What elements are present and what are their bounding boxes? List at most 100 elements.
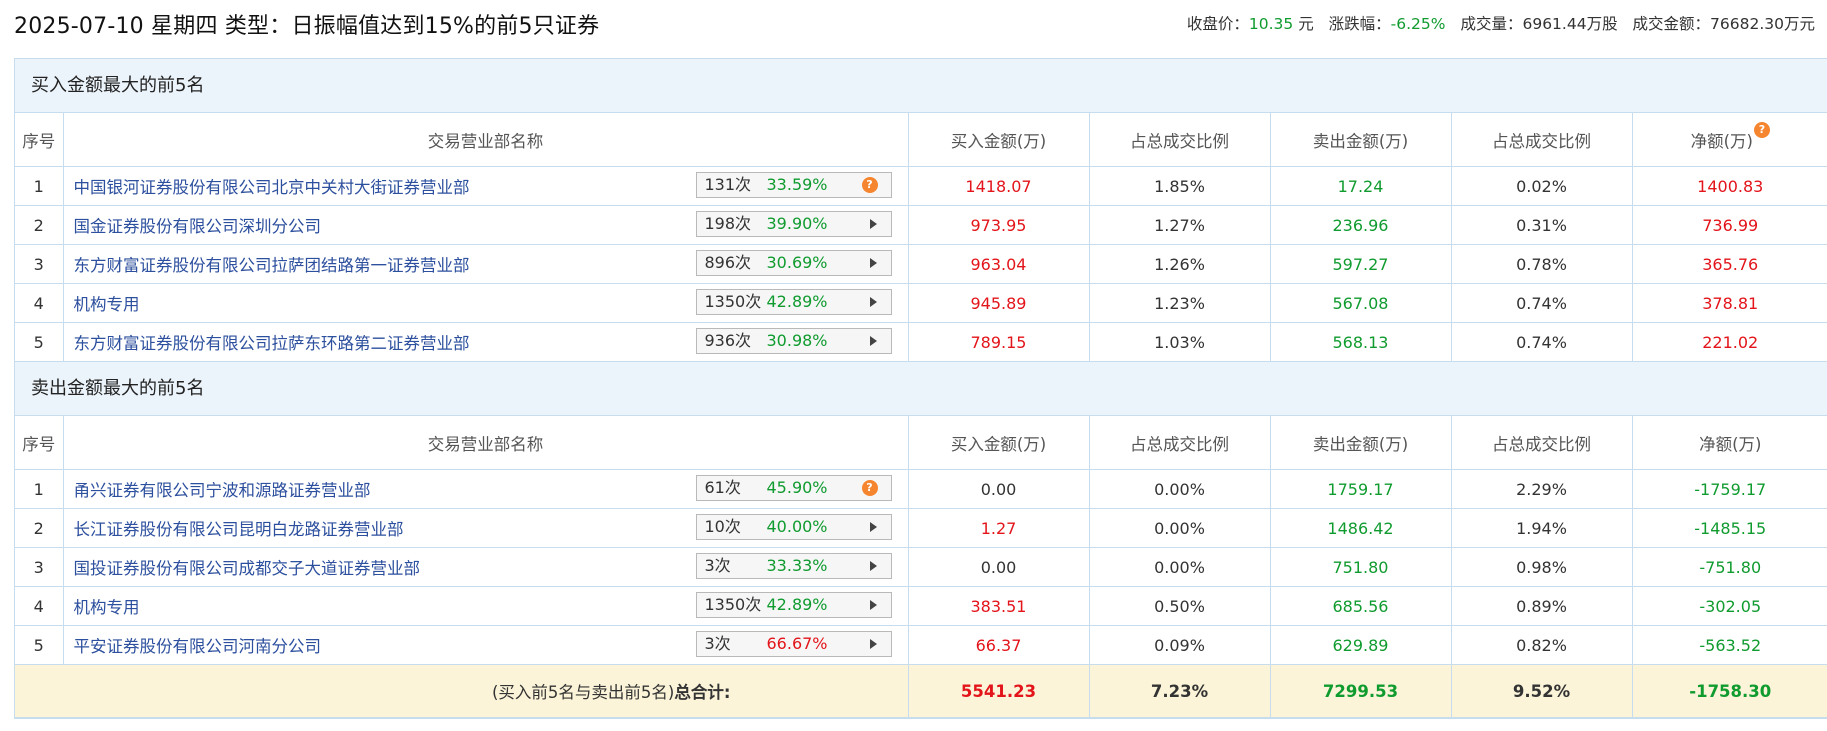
table-row: 4 机构专用 1350次 42.89% 945.89 1.23% 567.08 0.74% 37… (15, 283, 1827, 323)
table-row: 5 平安证券股份有限公司河南分公司 3次 66.67% 66.37 0.09% 629.89… (15, 625, 1827, 665)
buy-section-title: 买入金额最大的前5名 (15, 59, 1827, 113)
row-name-cell: 东方财富证券股份有限公司拉萨团结路第一证券营业部 896次 30.69% (63, 244, 909, 284)
row-name-cell: 甬兴证券有限公司宁波和源路证券营业部 61次 45.90%? (63, 469, 909, 509)
row-sell: 1486.42 (1270, 508, 1452, 548)
broker-name-link[interactable]: 国投证券股份有限公司成都交子大道证券营业部 (74, 559, 421, 578)
broker-name-link[interactable]: 机构专用 (74, 598, 140, 617)
win-rate: 42.89% (766, 595, 828, 614)
question-icon[interactable]: ? (861, 177, 878, 193)
close-price-unit: 元 (1298, 15, 1314, 33)
win-rate: 66.67% (766, 634, 828, 653)
row-seq: 4 (15, 283, 64, 323)
col-buy-pct: 占总成交比例 (1089, 416, 1271, 470)
row-sell: 597.27 (1270, 244, 1452, 284)
row-seq: 4 (15, 586, 64, 626)
arrow-right-icon[interactable] (869, 639, 877, 649)
broker-stats-badge[interactable]: 936次 30.98% (695, 328, 892, 354)
arrow-right-icon[interactable] (869, 219, 877, 229)
row-sell: 17.24 (1270, 166, 1452, 206)
total-label-prefix: (买入前5名与卖出前5名) (492, 683, 675, 702)
arrow-right-icon[interactable] (869, 336, 877, 346)
trade-count: 131次 (704, 175, 752, 194)
col-net: 净额(万)? (1632, 113, 1827, 167)
row-buy-pct: 1.27% (1089, 205, 1271, 245)
net-help-question-icon[interactable]: ? (1753, 121, 1770, 138)
arrow-right-icon[interactable] (869, 297, 877, 307)
broker-stats-badge[interactable]: 131次 33.59%? (695, 172, 892, 198)
row-buy: 973.95 (908, 205, 1090, 245)
col-seq: 序号 (15, 416, 64, 470)
trade-count: 198次 (704, 214, 752, 233)
turnover-value: 76682.30万元 (1710, 15, 1815, 33)
row-sell-pct: 0.74% (1451, 283, 1633, 323)
broker-name-link[interactable]: 平安证券股份有限公司河南分公司 (74, 637, 322, 656)
sell-table-body: 1 甬兴证券有限公司宁波和源路证券营业部 61次 45.90%? 0.00 0.00% 17… (15, 469, 1827, 665)
arrow-right-icon[interactable] (869, 561, 877, 571)
row-buy: 383.51 (908, 586, 1090, 626)
arrow-right-icon[interactable] (869, 258, 877, 268)
broker-name-link[interactable]: 长江证券股份有限公司昆明白龙路证券营业部 (74, 520, 404, 539)
trade-count: 1350次 (704, 595, 762, 614)
broker-stats-badge[interactable]: 61次 45.90%? (695, 475, 892, 501)
row-net: -302.05 (1632, 586, 1827, 626)
broker-stats-badge[interactable]: 1350次 42.89% (695, 289, 892, 315)
row-buy-pct: 0.00% (1089, 547, 1271, 587)
arrow-right-icon[interactable] (869, 600, 877, 610)
row-sell-pct: 0.78% (1451, 244, 1633, 284)
table-row: 1 中国银河证券股份有限公司北京中关村大街证券营业部 131次 33.59%? 1418… (15, 166, 1827, 206)
row-name-cell: 机构专用 1350次 42.89% (63, 283, 909, 323)
lhb-table-wrap: 买入金额最大的前5名 序号 交易营业部名称 买入金额(万) 占总成交比例 卖出金… (14, 58, 1827, 719)
win-rate: 45.90% (766, 478, 828, 497)
quote-summary: 收盘价：10.35 元 涨跌幅：-6.25% 成交量：6961.44万股 成交金… (1187, 12, 1815, 34)
arrow-right-icon[interactable] (869, 522, 877, 532)
row-buy-pct: 0.00% (1089, 469, 1271, 509)
row-sell-pct: 0.98% (1451, 547, 1633, 587)
row-sell-pct: 1.94% (1451, 508, 1633, 548)
broker-stats-badge[interactable]: 10次 40.00% (695, 514, 892, 540)
broker-stats-badge[interactable]: 3次 33.33% (695, 553, 892, 579)
win-rate: 40.00% (766, 517, 828, 536)
trade-count: 3次 (704, 556, 731, 575)
broker-stats-badge[interactable]: 1350次 42.89% (695, 592, 892, 618)
broker-stats-badge[interactable]: 3次 66.67% (695, 631, 892, 657)
row-net: 221.02 (1632, 322, 1827, 362)
broker-stats-badge[interactable]: 198次 39.90% (695, 211, 892, 237)
broker-name-link[interactable]: 国金证券股份有限公司深圳分公司 (74, 217, 322, 236)
broker-name-link[interactable]: 甬兴证券有限公司宁波和源路证券营业部 (74, 481, 371, 500)
row-seq: 5 (15, 625, 64, 665)
row-sell-pct: 0.31% (1451, 205, 1633, 245)
sell-table-header: 序号 交易营业部名称 买入金额(万) 占总成交比例 卖出金额(万) 占总成交比例… (15, 416, 1827, 470)
sell-table: 序号 交易营业部名称 买入金额(万) 占总成交比例 卖出金额(万) 占总成交比例… (15, 416, 1827, 718)
row-net: 736.99 (1632, 205, 1827, 245)
row-seq: 2 (15, 508, 64, 548)
table-row: 4 机构专用 1350次 42.89% 383.51 0.50% 685.56 0.89% -3… (15, 586, 1827, 626)
row-seq: 3 (15, 547, 64, 587)
row-name-cell: 机构专用 1350次 42.89% (63, 586, 909, 626)
col-net-label: 净额(万) (1690, 131, 1753, 151)
buy-table: 序号 交易营业部名称 买入金额(万) 占总成交比例 卖出金额(万) 占总成交比例… (15, 113, 1827, 362)
table-row: 2 长江证券股份有限公司昆明白龙路证券营业部 10次 40.00% 1.27 0.00% 1… (15, 508, 1827, 548)
row-buy: 66.37 (908, 625, 1090, 665)
broker-name-link[interactable]: 中国银河证券股份有限公司北京中关村大街证券营业部 (74, 178, 470, 197)
question-icon[interactable]: ? (861, 480, 878, 496)
win-rate: 39.90% (766, 214, 828, 233)
buy-table-body: 1 中国银河证券股份有限公司北京中关村大街证券营业部 131次 33.59%? 1418… (15, 166, 1827, 362)
table-row: 3 东方财富证券股份有限公司拉萨团结路第一证券营业部 896次 30.69% 963.0… (15, 244, 1827, 284)
broker-name-link[interactable]: 东方财富证券股份有限公司拉萨团结路第一证券营业部 (74, 256, 470, 275)
total-sell: 7299.53 (1270, 664, 1452, 718)
row-net: -563.52 (1632, 625, 1827, 665)
row-buy-pct: 1.26% (1089, 244, 1271, 284)
broker-name-link[interactable]: 机构专用 (74, 295, 140, 314)
row-sell: 567.08 (1270, 283, 1452, 323)
col-name: 交易营业部名称 (63, 416, 909, 470)
row-sell: 568.13 (1270, 322, 1452, 362)
row-sell: 236.96 (1270, 205, 1452, 245)
broker-name-link[interactable]: 东方财富证券股份有限公司拉萨东环路第二证券营业部 (74, 334, 470, 353)
win-rate: 30.98% (766, 331, 828, 350)
trade-count: 896次 (704, 253, 752, 272)
row-buy-pct: 0.50% (1089, 586, 1271, 626)
col-sell: 卖出金额(万) (1270, 113, 1452, 167)
turnover-label: 成交金额： (1632, 15, 1711, 33)
broker-stats-badge[interactable]: 896次 30.69% (695, 250, 892, 276)
row-sell-pct: 2.29% (1451, 469, 1633, 509)
